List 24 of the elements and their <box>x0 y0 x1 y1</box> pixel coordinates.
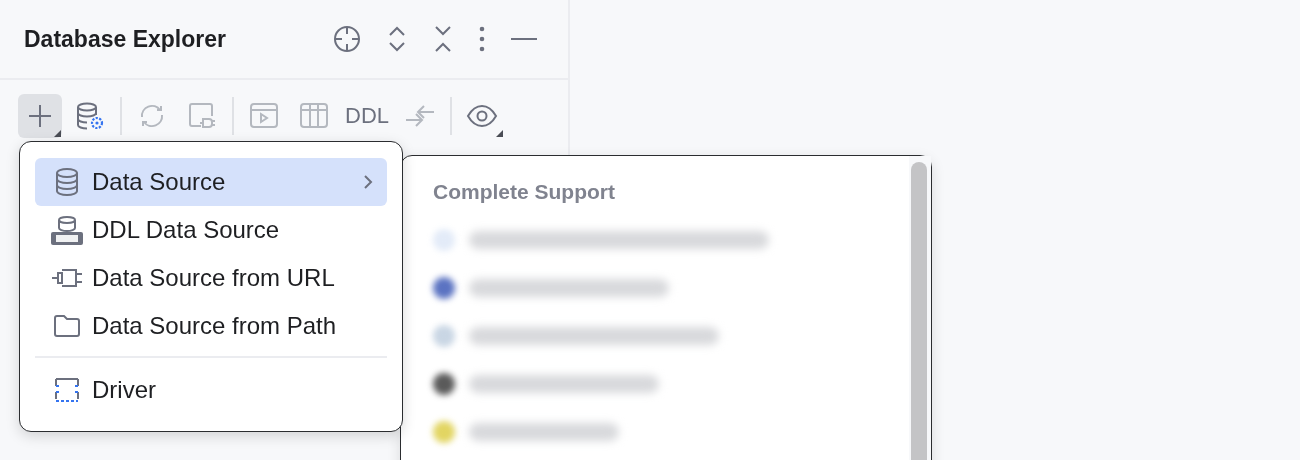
more-options-icon[interactable] <box>478 26 486 52</box>
scrollbar-thumb[interactable] <box>911 162 927 460</box>
minimize-icon[interactable] <box>510 37 538 41</box>
plus-icon <box>27 103 53 129</box>
menu-item[interactable]: Data Source <box>35 158 387 206</box>
menu-item[interactable]: Data Source from Path <box>35 302 387 350</box>
collapse-all-icon[interactable] <box>432 24 454 54</box>
eye-icon <box>466 104 498 128</box>
table-icon <box>299 102 329 130</box>
plug-icon <box>187 101 217 131</box>
folder-icon <box>51 314 83 338</box>
ddl-button[interactable]: DDL <box>342 94 392 138</box>
section-heading: Complete Support <box>433 180 616 204</box>
ddl-database-icon <box>51 215 83 245</box>
menu-item[interactable]: Data Source from URL <box>35 254 387 302</box>
database-gear-icon <box>75 101 105 131</box>
panel-title: Database Explorer <box>24 25 226 53</box>
expand-all-icon[interactable] <box>386 24 408 54</box>
menu-item[interactable]: DDL Data Source <box>35 206 387 254</box>
menu-item[interactable]: Driver <box>35 366 387 414</box>
locate-icon[interactable] <box>332 24 362 54</box>
plug-icon <box>51 267 83 289</box>
console-icon <box>249 102 279 130</box>
add-button[interactable] <box>18 94 62 138</box>
